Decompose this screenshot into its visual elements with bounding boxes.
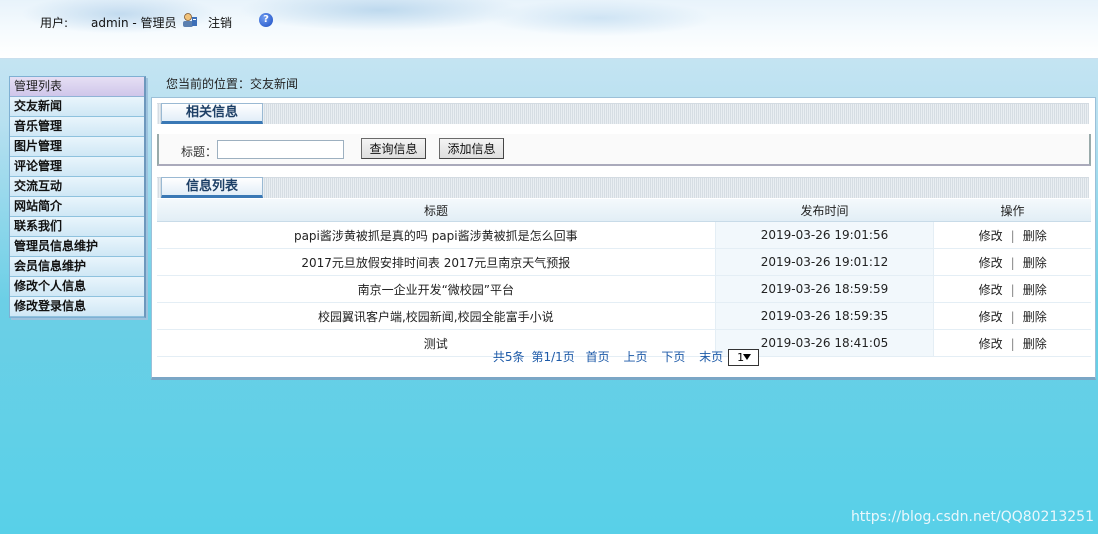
action-separator: | <box>1010 309 1015 324</box>
row-actions: 修改 | 删除 <box>933 248 1091 276</box>
edit-link[interactable]: 修改 <box>979 283 1003 297</box>
delete-link[interactable]: 删除 <box>1023 229 1047 243</box>
action-separator: | <box>1010 228 1015 243</box>
column-header-operation: 操作 <box>933 199 1091 222</box>
action-separator: | <box>1010 282 1015 297</box>
sidebar-item-site-intro[interactable]: 网站简介 <box>10 197 144 217</box>
row-time: 2019-03-26 18:59:59 <box>714 275 935 303</box>
logout-link[interactable]: 注销 <box>208 14 232 31</box>
column-header-time: 发布时间 <box>715 199 934 222</box>
table-row: papi酱涉黄被抓是真的吗 papi酱涉黄被抓是怎么回事 2019-03-26 … <box>157 221 1091 249</box>
breadcrumb: 您当前的位置：交友新闻 <box>166 77 299 91</box>
sidebar-item-member-info[interactable]: 会员信息维护 <box>10 257 144 277</box>
first-page-link[interactable]: 首页 <box>586 350 610 364</box>
help-icon[interactable]: ? <box>259 13 273 27</box>
search-form: 标题： 查询信息 添加信息 <box>157 134 1091 166</box>
row-time: 2019-03-26 19:01:12 <box>714 248 935 276</box>
sidebar-item-contact[interactable]: 联系我们 <box>10 217 144 237</box>
row-title: 校园翼讯客户端,校园新闻,校园全能富手小说 <box>157 302 716 330</box>
row-title: 2017元旦放假安排时间表 2017元旦南京天气预报 <box>157 248 716 276</box>
edit-link[interactable]: 修改 <box>979 310 1003 324</box>
edit-link[interactable]: 修改 <box>979 229 1003 243</box>
delete-link[interactable]: 删除 <box>1023 283 1047 297</box>
row-title: 南京一企业开发“微校园”平台 <box>157 275 716 303</box>
main-panel: 相关信息 标题： 查询信息 添加信息 信息列表 标题 发布时间 操作 papi酱… <box>151 97 1096 380</box>
page-info: 第1/1页 <box>531 350 575 364</box>
pagination: 共5条 第1/1页 首页 上页 下页 末页 1 <box>152 348 1095 366</box>
edit-link[interactable]: 修改 <box>979 256 1003 270</box>
row-time: 2019-03-26 18:59:35 <box>714 302 935 330</box>
sidebar-item-comments[interactable]: 评论管理 <box>10 157 144 177</box>
row-actions: 修改 | 删除 <box>933 275 1091 303</box>
sidebar-title: 管理列表 <box>10 77 144 97</box>
watermark-text: https://blog.csdn.net/QQ80213251 <box>850 509 1094 525</box>
page-select[interactable]: 1 <box>728 349 760 366</box>
sidebar-item-personal-info[interactable]: 修改个人信息 <box>10 277 144 297</box>
search-section-header: 相关信息 <box>157 103 1089 124</box>
table-row: 南京一企业开发“微校园”平台 2019-03-26 18:59:59 修改 | 删除 <box>157 275 1091 303</box>
row-actions: 修改 | 删除 <box>933 221 1091 249</box>
total-count: 共5条 <box>492 350 525 364</box>
add-button[interactable]: 添加信息 <box>439 138 504 159</box>
list-section-header: 信息列表 <box>157 177 1089 198</box>
user-label: 用户: <box>40 16 69 30</box>
top-header: 用户: admin - 管理员 注销 ? <box>0 0 1098 59</box>
search-section-title: 相关信息 <box>161 103 263 124</box>
prev-page-link[interactable]: 上页 <box>623 350 647 364</box>
row-actions: 修改 | 删除 <box>933 302 1091 330</box>
news-table: 标题 发布时间 操作 papi酱涉黄被抓是真的吗 papi酱涉黄被抓是怎么回事 … <box>157 199 1091 357</box>
sidebar-item-pictures[interactable]: 图片管理 <box>10 137 144 157</box>
action-separator: | <box>1010 255 1015 270</box>
sidebar-item-login-info[interactable]: 修改登录信息 <box>10 297 144 317</box>
table-row: 校园翼讯客户端,校园新闻,校园全能富手小说 2019-03-26 18:59:3… <box>157 302 1091 330</box>
query-button[interactable]: 查询信息 <box>361 138 426 159</box>
sidebar-item-friend-news[interactable]: 交友新闻 <box>10 97 144 117</box>
row-time: 2019-03-26 19:01:56 <box>714 221 935 249</box>
last-page-link[interactable]: 末页 <box>699 350 723 364</box>
list-section-title: 信息列表 <box>161 177 263 198</box>
table-row: 2017元旦放假安排时间表 2017元旦南京天气预报 2019-03-26 19… <box>157 248 1091 276</box>
title-field-label: 标题： <box>181 145 218 159</box>
logout-user-icon[interactable] <box>182 12 198 28</box>
row-title: papi酱涉黄被抓是真的吗 papi酱涉黄被抓是怎么回事 <box>157 221 716 249</box>
delete-link[interactable]: 删除 <box>1023 310 1047 324</box>
column-header-title: 标题 <box>157 199 716 222</box>
chevron-down-icon <box>743 354 752 360</box>
table-header-row: 标题 发布时间 操作 <box>157 199 1091 222</box>
sidebar-item-interaction[interactable]: 交流互动 <box>10 177 144 197</box>
sidebar-item-admin-info[interactable]: 管理员信息维护 <box>10 237 144 257</box>
delete-link[interactable]: 删除 <box>1023 256 1047 270</box>
next-page-link[interactable]: 下页 <box>661 350 685 364</box>
user-name: admin - 管理员 <box>91 16 177 30</box>
sidebar-item-music[interactable]: 音乐管理 <box>10 117 144 137</box>
title-search-input[interactable] <box>217 140 344 159</box>
sidebar-menu: 管理列表 交友新闻 音乐管理 图片管理 评论管理 交流互动 网站简介 联系我们 … <box>9 76 146 318</box>
